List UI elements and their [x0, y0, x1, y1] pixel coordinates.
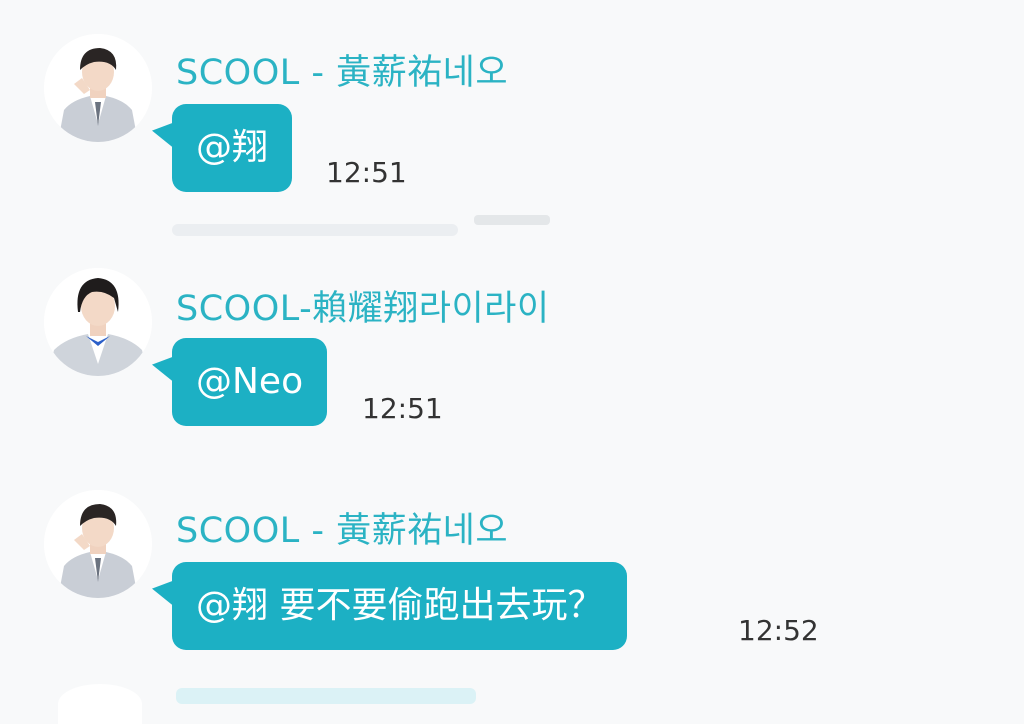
sender-name: SCOOL - 黃薪祐네오 — [176, 511, 509, 551]
message-time: 12:52 — [738, 614, 819, 647]
sender-avatar[interactable] — [44, 490, 152, 598]
next-sender-name — [176, 688, 476, 704]
hidden-message-bubble — [172, 224, 458, 236]
message-bubble[interactable]: @翔 — [172, 104, 293, 192]
message-bubble[interactable]: @Neo — [172, 338, 328, 426]
message-bubble[interactable]: @翔 要不要偷跑出去玩？ — [172, 562, 628, 650]
avatar-person-icon — [44, 34, 152, 142]
hidden-message-time — [474, 215, 550, 225]
sender-avatar[interactable] — [44, 34, 152, 142]
sender-avatar[interactable] — [44, 268, 152, 376]
message-time: 12:51 — [362, 392, 443, 425]
message-time: 12:51 — [326, 156, 407, 189]
sender-name: SCOOL-賴耀翔라이라이 — [176, 289, 550, 329]
next-sender-avatar[interactable] — [58, 684, 142, 724]
avatar-person-icon — [44, 490, 152, 598]
sender-name: SCOOL - 黃薪祐네오 — [176, 53, 509, 93]
avatar-person-icon — [44, 268, 152, 376]
